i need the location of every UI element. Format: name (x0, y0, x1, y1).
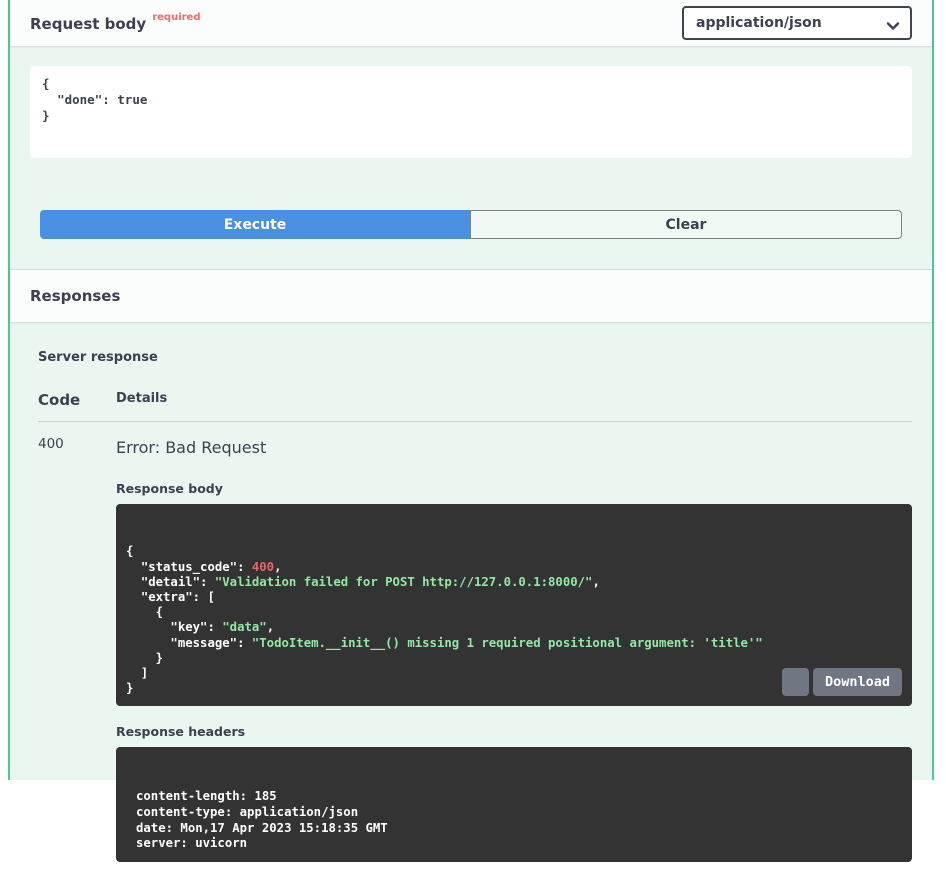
code-column-header: Code (38, 391, 116, 409)
response-body-label: Response body (116, 481, 912, 496)
status-code: 400 (38, 436, 116, 882)
copy-to-clipboard-button[interactable] (782, 668, 809, 696)
content-type-select[interactable]: application/json (682, 6, 912, 40)
response-headers-label: Response headers (116, 724, 912, 739)
details-column-header: Details (116, 391, 912, 409)
clear-button[interactable]: Clear (470, 210, 902, 239)
download-button[interactable]: Download (813, 668, 902, 696)
response-headers-code-block: content-length: 185content-type: applica… (116, 747, 912, 862)
responses-table-head: Code Details (38, 391, 912, 422)
responses-table: Code Details 400 Error: Bad Request Resp… (38, 391, 912, 882)
content-type-select-wrap: application/json (682, 6, 912, 40)
request-body-header: Request body required application/json (10, 0, 932, 46)
response-details-cell: Error: Bad Request Response body { "stat… (116, 436, 912, 882)
request-body-section: { "done": true } Execute Clear (10, 46, 932, 239)
server-response-label: Server response (38, 350, 912, 365)
responses-section: Server response Code Details 400 Error: … (10, 322, 932, 882)
request-body-title: Request body (30, 15, 146, 33)
body-param: { "done": true } (30, 66, 912, 158)
response-description: Error: Bad Request (116, 438, 912, 457)
execute-button[interactable]: Execute (40, 210, 470, 239)
request-body-editor[interactable]: { "done": true } (30, 66, 912, 158)
responses-header: Responses (10, 269, 932, 322)
response-body-code-block: { "status_code": 400, "detail": "Validat… (116, 504, 912, 706)
execute-wrapper: Execute Clear (40, 210, 902, 239)
response-body-buttons: Download (782, 668, 902, 696)
responses-title: Responses (30, 287, 120, 305)
response-row-400: 400 Error: Bad Request Response body { "… (38, 422, 912, 882)
request-body-title-wrap: Request body required (30, 14, 201, 33)
required-badge: required (152, 12, 200, 23)
post-operation-panel: Request body required application/json { … (8, 0, 934, 780)
